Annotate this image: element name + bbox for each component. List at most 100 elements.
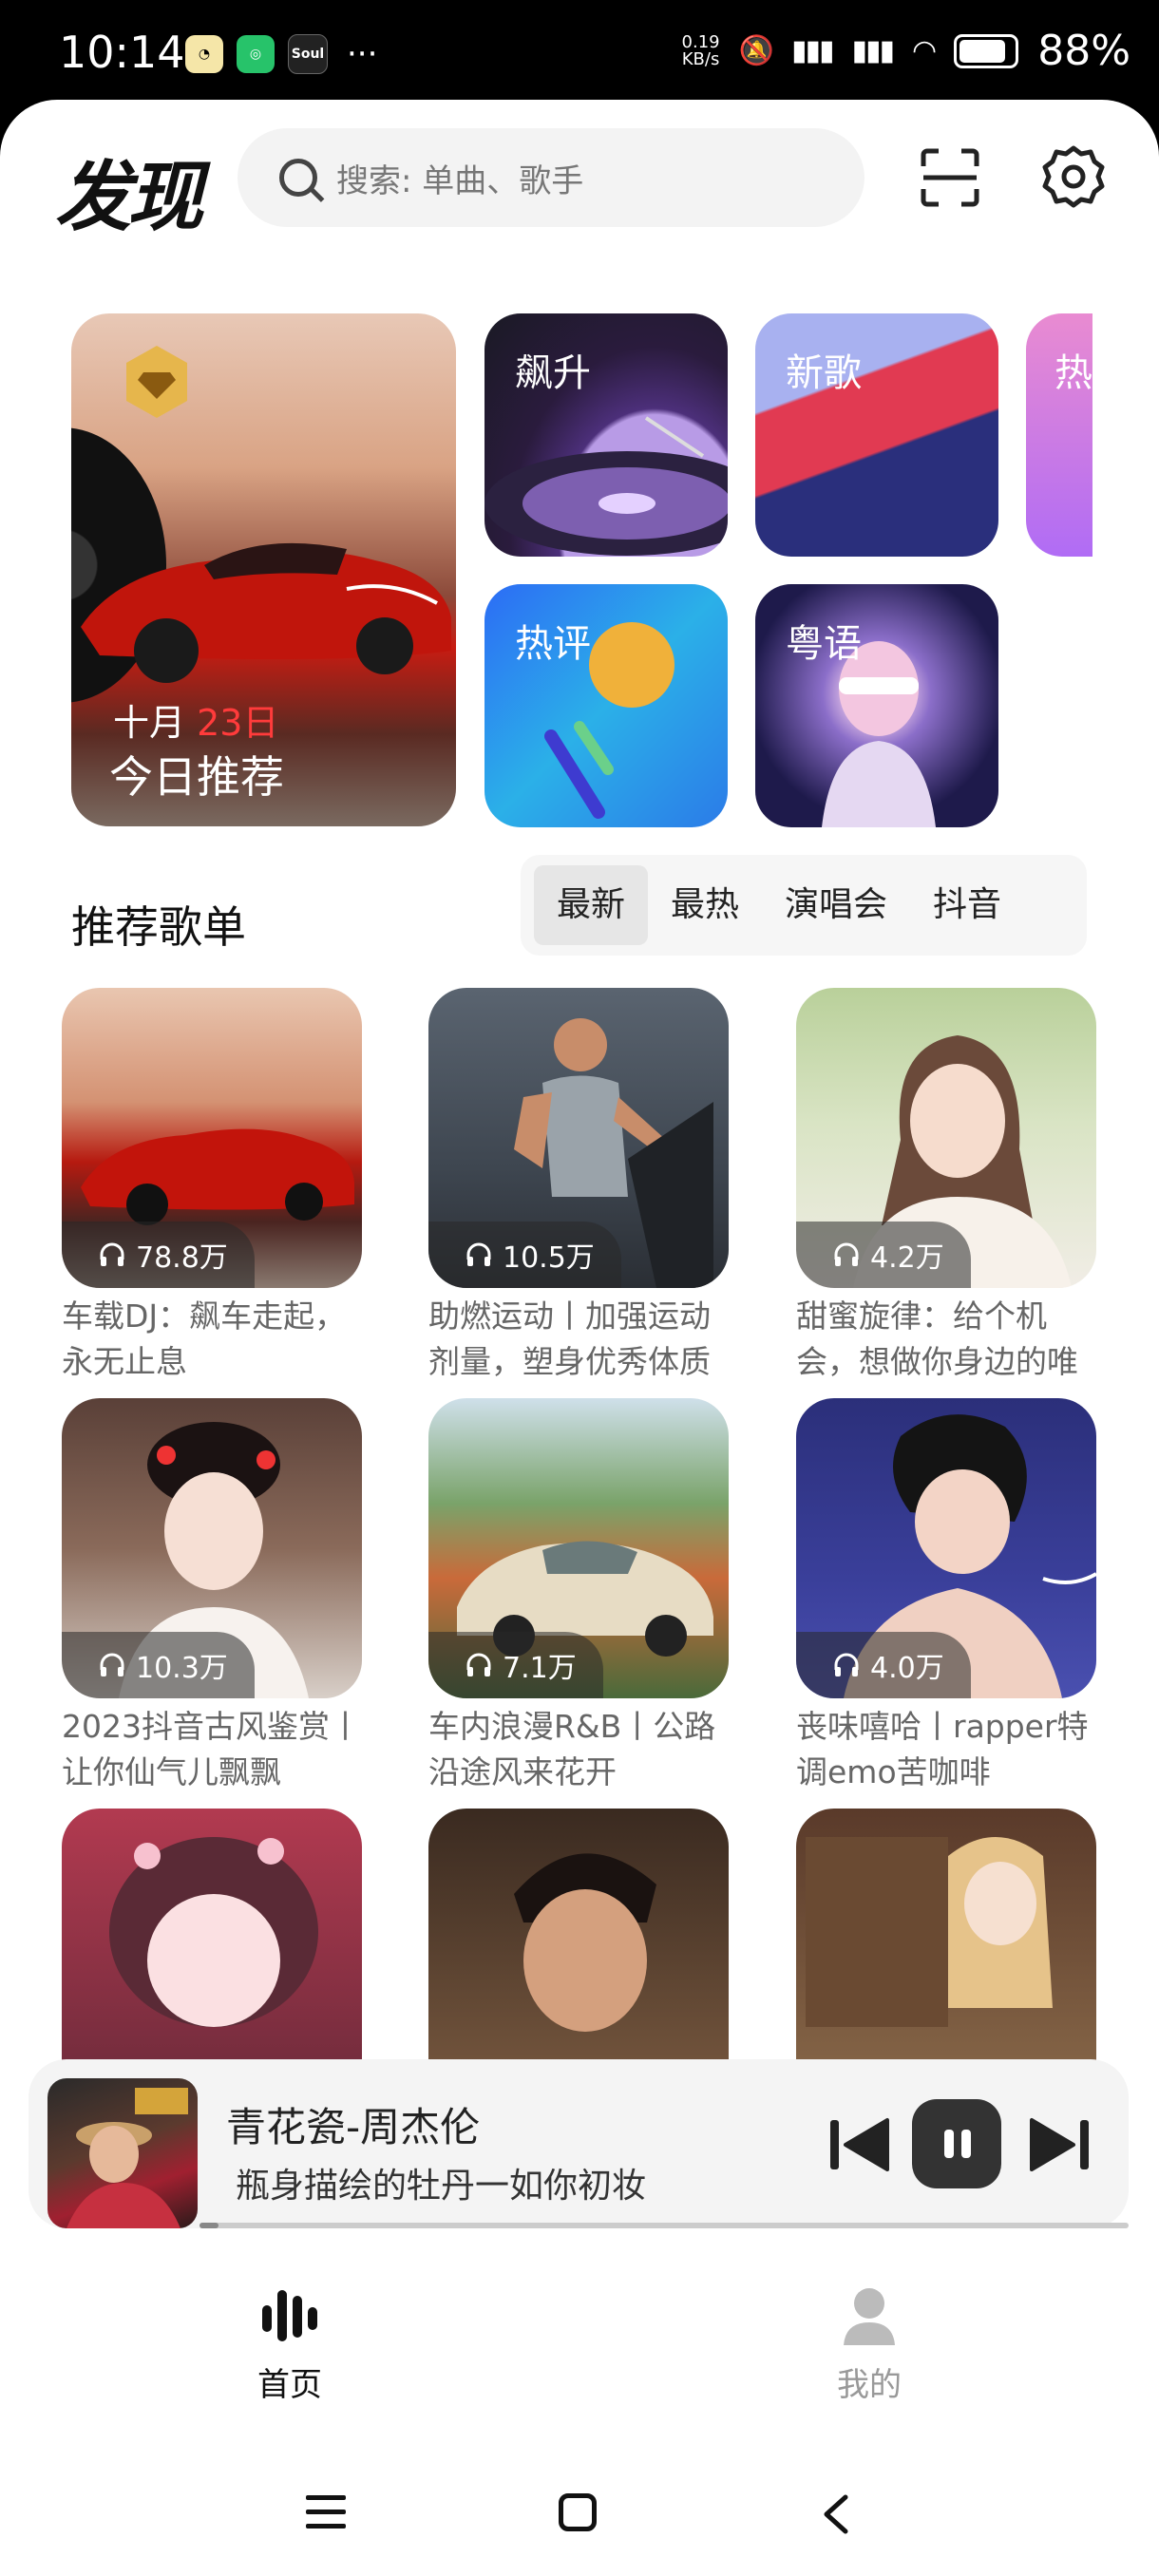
tab-douyin[interactable]: 抖音 — [910, 865, 1024, 945]
previous-track-icon[interactable] — [825, 2111, 893, 2179]
play-count: 7.1万 — [503, 1652, 577, 1685]
playlist-card[interactable]: 4.2万 甜蜜旋律：给个机会，想做你身边的唯 — [796, 988, 1096, 1385]
tile-soaring[interactable]: 飙升 — [484, 313, 728, 557]
play-count-badge: 10.3万 — [62, 1632, 255, 1698]
now-playing-song: 青花瓷-周杰伦 — [226, 2104, 481, 2150]
system-navigation-bar — [0, 2474, 1159, 2576]
play-count: 4.2万 — [870, 1241, 944, 1275]
speed-value: 0.19 — [681, 31, 720, 52]
green-app-icon: ◎ — [237, 35, 275, 73]
playlist-title: 助燃运动丨加强运动剂量，塑身优秀体质 — [428, 1297, 711, 1380]
play-count: 10.3万 — [136, 1652, 228, 1685]
search-placeholder: 搜索: 单曲、歌手 — [336, 161, 584, 200]
wifi-icon: ◠ — [912, 34, 937, 67]
playlist-cover: 10.5万 — [428, 988, 729, 1288]
now-playing-lyric: 瓶身描绘的牡丹一如你初妆 — [236, 2167, 647, 2206]
diamond-badge-icon — [126, 346, 187, 418]
play-count-badge: 10.5万 — [428, 1222, 621, 1288]
headphones-icon — [466, 1653, 491, 1676]
user-profile-icon — [844, 2288, 895, 2345]
tile-stripes-graphic — [544, 721, 614, 819]
play-count-badge: 4.2万 — [796, 1222, 971, 1288]
mute-icon: 🔕 — [738, 34, 774, 67]
tile-hot-comments[interactable]: 热评 — [484, 584, 728, 827]
network-speed: 0.19 KB/s — [681, 31, 720, 69]
status-bar: 10:14 ◔ ◎ Soul ··· 0.19 KB/s 🔕 ▮▮▮ ▮▮▮ ◠… — [0, 0, 1159, 104]
tile-label: 热评 — [515, 622, 591, 666]
play-count: 10.5万 — [503, 1241, 595, 1275]
next-track-icon[interactable] — [1026, 2111, 1094, 2179]
play-count: 78.8万 — [136, 1241, 228, 1275]
headphones-icon — [100, 1242, 124, 1266]
album-art[interactable] — [48, 2078, 198, 2228]
nav-me-label: 我的 — [837, 2366, 902, 2404]
bottom-nav: 首页 我的 — [0, 2245, 1159, 2482]
playlist-title: 丧味嘻哈丨rapper特调emo苦咖啡 — [796, 1708, 1089, 1790]
soul-app-icon: Soul — [288, 34, 328, 74]
signal-icon: ▮▮▮ — [790, 34, 835, 67]
turntable-image — [484, 416, 728, 556]
hero-month: 十月 — [113, 702, 186, 744]
nav-home[interactable]: 首页 — [195, 2282, 385, 2405]
search-icon — [279, 159, 317, 197]
pause-button[interactable] — [912, 2099, 1001, 2188]
battery-icon — [954, 33, 1019, 68]
tile-new-songs[interactable]: 新歌 — [755, 313, 998, 557]
playlist-card[interactable]: 4.0万 丧味嘻哈丨rapper特调emo苦咖啡 — [796, 1398, 1096, 1795]
tile-label: 热 — [1054, 351, 1092, 395]
daily-recommend-card[interactable]: 十月 23日 今日推荐 — [71, 313, 456, 826]
signal-2-icon: ▮▮▮ — [851, 34, 895, 67]
playlist-title: 车载DJ：飙车走起，永无止息 — [62, 1297, 347, 1380]
home-icon[interactable] — [559, 2493, 597, 2531]
status-right: 0.19 KB/s 🔕 ▮▮▮ ▮▮▮ ◠ 88% — [682, 27, 1130, 75]
playlist-cover: 10.3万 — [62, 1398, 362, 1698]
playlist-title: 2023抖音古风鉴赏丨让你仙气儿飘飘 — [62, 1708, 361, 1790]
scan-icon[interactable] — [920, 147, 980, 208]
weather-app-icon: ◔ — [185, 35, 223, 73]
playback-progress-fill — [200, 2223, 218, 2228]
playlist-title: 车内浪漫R&B丨公路沿途风来花开 — [428, 1708, 716, 1790]
car-image — [81, 1128, 354, 1225]
playlist-cover: 7.1万 — [428, 1398, 729, 1698]
playlist-title: 甜蜜旋律：给个机会，想做你身边的唯 — [796, 1297, 1078, 1380]
recent-apps-icon[interactable] — [306, 2493, 346, 2531]
nav-home-label: 首页 — [257, 2366, 322, 2404]
mini-player[interactable]: 青花瓷-周杰伦 瓶身描绘的牡丹一如你初妆 — [28, 2059, 1129, 2228]
settings-gear-icon[interactable] — [1039, 142, 1108, 211]
hero-date: 十月 23日 — [113, 693, 278, 746]
playlist-cover: 4.2万 — [796, 988, 1096, 1288]
nav-me[interactable]: 我的 — [774, 2282, 964, 2405]
tab-latest[interactable]: 最新 — [534, 865, 649, 945]
tab-hottest[interactable]: 最热 — [648, 865, 762, 945]
battery-level: 88% — [1037, 27, 1130, 75]
headphones-icon — [834, 1653, 859, 1676]
playlist-card[interactable]: 78.8万 车载DJ：飙车走起，永无止息 — [62, 988, 362, 1385]
playback-progress[interactable] — [200, 2223, 1129, 2228]
playlist-card[interactable]: 10.5万 助燃运动丨加强运动剂量，塑身优秀体质 — [428, 988, 729, 1385]
waveform-home-icon — [262, 2290, 317, 2341]
hero-title: 今日推荐 — [109, 751, 284, 803]
speed-unit: KB/s — [681, 48, 720, 69]
tile-label: 飙升 — [515, 351, 591, 395]
back-icon[interactable] — [817, 2493, 855, 2535]
tile-label: 粤语 — [786, 622, 862, 666]
tile-cantonese[interactable]: 粤语 — [755, 584, 998, 827]
status-time: 10:14 — [59, 27, 185, 78]
playlist-card[interactable]: 7.1万 车内浪漫R&B丨公路沿途风来花开 — [428, 1398, 729, 1795]
hero-day: 23日 — [197, 702, 279, 744]
tile-hot-partial[interactable]: 热 — [1026, 313, 1092, 557]
page-title: 发现 — [55, 153, 203, 241]
sports-car-image — [81, 542, 451, 683]
recommended-playlists-title: 推荐歌单 — [71, 901, 246, 953]
headphones-icon — [100, 1653, 124, 1676]
playlist-card[interactable]: 10.3万 2023抖音古风鉴赏丨让你仙气儿飘飘 — [62, 1398, 362, 1795]
status-app-icons: ◔ ◎ Soul ··· — [185, 34, 377, 74]
play-count-badge: 7.1万 — [428, 1632, 603, 1698]
search-bar[interactable]: 搜索: 单曲、歌手 — [238, 128, 864, 227]
playlist-cover: 4.0万 — [796, 1398, 1096, 1698]
more-notifications-icon: ··· — [347, 35, 378, 73]
tab-concert[interactable]: 演唱会 — [762, 865, 910, 945]
app-screen: 发现 搜索: 单曲、歌手 十月 23日 今日推荐 飙升 新歌 热 热评 粤语 推… — [0, 100, 1159, 2576]
playlist-tabs: 最新 最热 演唱会 抖音 — [521, 855, 1087, 956]
play-count-badge: 4.0万 — [796, 1632, 971, 1698]
